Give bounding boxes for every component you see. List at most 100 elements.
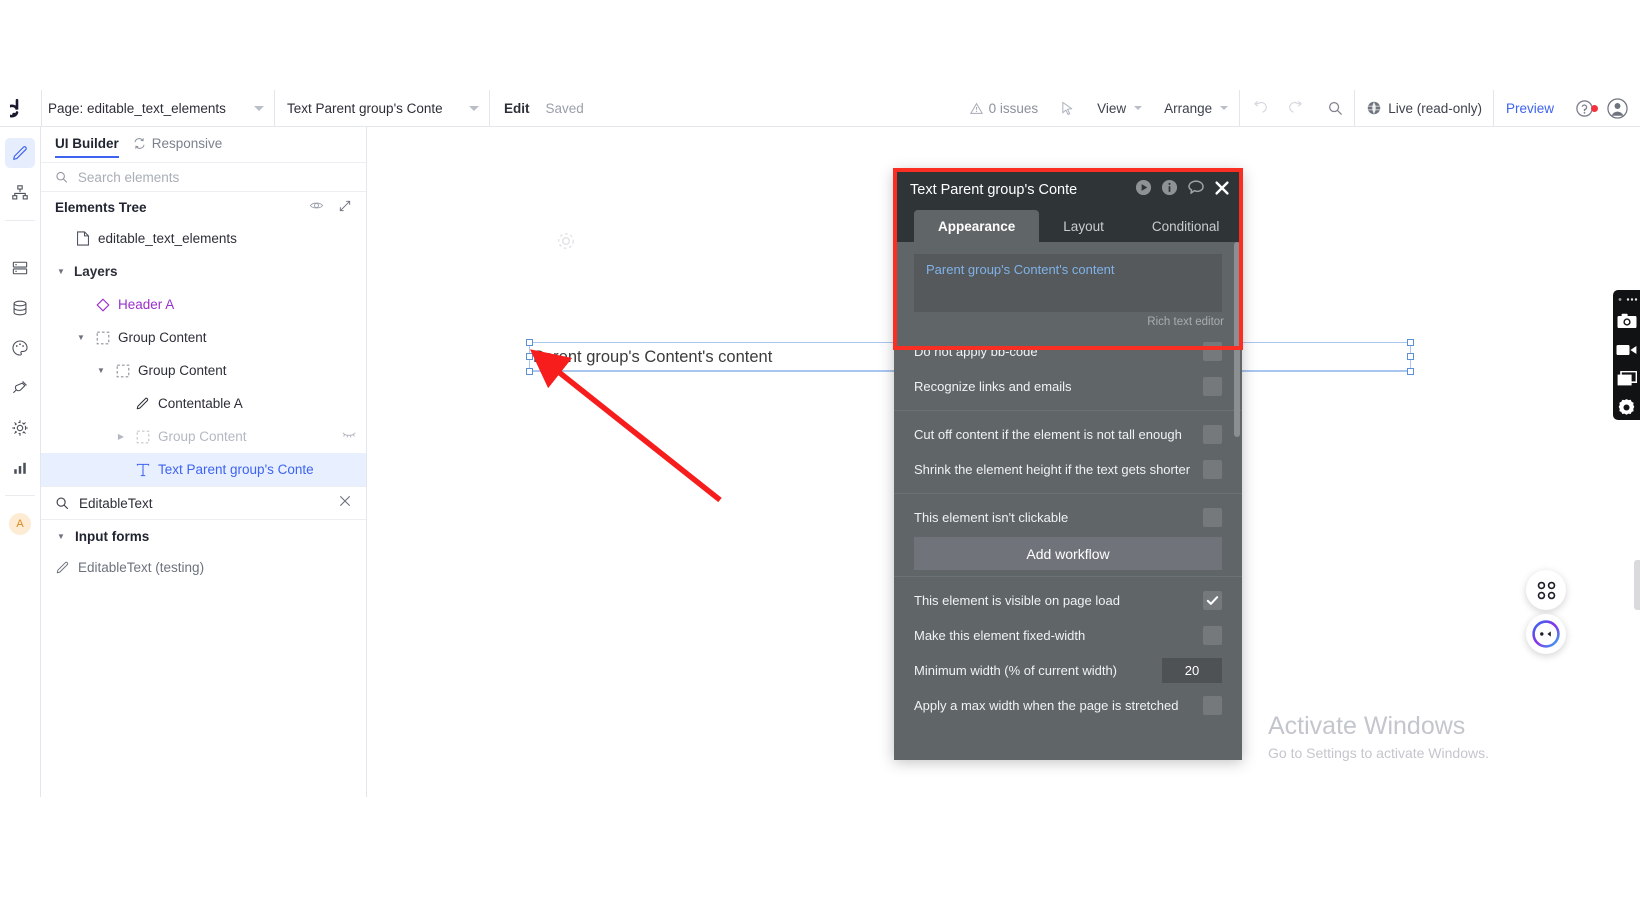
info-icon[interactable]: [1161, 179, 1178, 201]
shrink-the-element-height-if-the-text-gets-shorter-checkbox[interactable]: [1203, 460, 1222, 479]
screen-recorder-widget[interactable]: [1613, 290, 1640, 420]
view-menu-label: View: [1097, 101, 1126, 116]
resize-handle-tl[interactable]: [526, 339, 533, 346]
windows-activation-watermark: Activate Windows Go to Settings to activ…: [1268, 712, 1489, 761]
property-panel-scrollbar[interactable]: [1234, 242, 1240, 437]
redo-button[interactable]: [1278, 90, 1316, 127]
undo-button[interactable]: [1240, 90, 1278, 127]
pencil-icon: [11, 144, 29, 162]
do-not-apply-bb-code-checkbox[interactable]: [1203, 342, 1222, 361]
property-rows: Do not apply bb-codeRecognize links and …: [894, 334, 1242, 723]
tree-item-editable-text-elements[interactable]: editable_text_elements: [41, 222, 366, 255]
tree-item-label: Text Parent group's Conte: [158, 462, 314, 477]
recorder-screenshot-button[interactable]: [1615, 308, 1639, 334]
gear-icon: [11, 419, 29, 437]
this-element-isn-t-clickable-checkbox[interactable]: [1203, 508, 1222, 527]
tab-appearance[interactable]: Appearance: [914, 210, 1039, 242]
edit-mode-label[interactable]: Edit: [504, 101, 530, 116]
resize-handle-bl[interactable]: [526, 368, 533, 375]
element-selector[interactable]: Text Parent group's Conte: [275, 90, 489, 127]
tree-item-text-parent-group-s-conte[interactable]: Text Parent group's Conte: [41, 453, 366, 486]
tree-item-header-a[interactable]: Header A: [41, 288, 366, 321]
recorder-window-button[interactable]: [1615, 365, 1639, 391]
rail-item-plugins-tool[interactable]: [5, 373, 35, 403]
play-icon[interactable]: [1135, 179, 1152, 201]
recognize-links-and-emails-checkbox[interactable]: [1203, 377, 1222, 396]
resize-handle-r[interactable]: [1407, 353, 1414, 360]
property-row-do-not-apply-bb-code: Do not apply bb-code: [894, 334, 1242, 369]
tab-ui-builder[interactable]: UI Builder: [55, 136, 119, 158]
add-workflow-button[interactable]: Add workflow: [914, 537, 1222, 570]
preview-button[interactable]: Preview: [1494, 101, 1566, 116]
rich-text-editor-link[interactable]: Rich text editor: [894, 312, 1242, 334]
bubble-logo[interactable]: [0, 90, 41, 127]
issues-indicator[interactable]: 0 issues: [959, 90, 1050, 127]
search-button[interactable]: [1316, 90, 1354, 127]
tree-item-layers[interactable]: ▼Layers: [41, 255, 366, 288]
help-button[interactable]: [1566, 99, 1603, 118]
page-icon: [74, 231, 91, 246]
rail-item-database-tool[interactable]: [5, 293, 35, 323]
search-icon: [55, 170, 68, 184]
element-selector-label: Text Parent group's Conte: [287, 101, 443, 116]
page-selector[interactable]: Page: editable_text_elements: [42, 90, 274, 127]
account-avatar[interactable]: [1603, 98, 1640, 119]
pointer-tool-button[interactable]: [1049, 90, 1086, 127]
chevron-right-icon[interactable]: ▶: [115, 432, 127, 441]
version-label: Live (read-only): [1388, 101, 1482, 116]
tab-conditional[interactable]: Conditional: [1128, 210, 1244, 242]
eye-off-icon[interactable]: [342, 429, 356, 444]
element-filter-input[interactable]: [79, 496, 328, 511]
arrange-menu[interactable]: Arrange: [1153, 90, 1239, 127]
check-icon: [1206, 594, 1219, 607]
rail-item-workflow-tool[interactable]: [5, 178, 35, 208]
tab-layout[interactable]: Layout: [1039, 210, 1128, 242]
app-root: Page: editable_text_elements Text Parent…: [0, 0, 1640, 924]
search-elements-input[interactable]: [78, 170, 352, 185]
rail-item-logs-tool[interactable]: [5, 453, 35, 483]
eye-icon[interactable]: [309, 198, 324, 216]
assistant-button[interactable]: [1526, 614, 1566, 654]
resize-handle-br[interactable]: [1407, 368, 1414, 375]
apply-a-max-width-when-the-page-is-stretched-checkbox[interactable]: [1203, 696, 1222, 715]
rail-user-avatar[interactable]: A: [9, 513, 31, 535]
expand-icon[interactable]: [338, 199, 352, 216]
rail-item-data-tool[interactable]: [5, 253, 35, 283]
recorder-handle[interactable]: [1616, 295, 1638, 305]
make-this-element-fixed-width-checkbox[interactable]: [1203, 626, 1222, 645]
version-selector[interactable]: Live (read-only): [1355, 90, 1493, 127]
pencil-icon: [134, 396, 151, 411]
close-icon[interactable]: [1214, 180, 1230, 201]
tree-item-group-content[interactable]: ▼Group Content: [41, 321, 366, 354]
minimum-width-of-current-width-input[interactable]: 20: [1162, 658, 1222, 683]
palette-group-input-forms[interactable]: ▼ Input forms: [41, 520, 366, 552]
elements-tree-title: Elements Tree: [55, 200, 147, 215]
panel-collapse-handle[interactable]: [1634, 560, 1640, 610]
rail-item-styles-tool[interactable]: [5, 333, 35, 363]
chevron-down-icon[interactable]: ▼: [95, 366, 107, 375]
content-value-field[interactable]: Parent group's Content's content: [914, 254, 1222, 312]
rail-item-design-tool[interactable]: [5, 138, 35, 168]
tree-item-group-content[interactable]: ▼Group Content: [41, 354, 366, 387]
tree-item-group-content[interactable]: ▶Group Content: [41, 420, 366, 453]
gear-icon: [555, 230, 577, 252]
close-icon[interactable]: [338, 494, 352, 513]
resize-handle-tr[interactable]: [1407, 339, 1414, 346]
recorder-settings-button[interactable]: [1615, 394, 1639, 420]
resize-handle-l[interactable]: [526, 353, 533, 360]
tree-item-contentable-a[interactable]: Contentable A: [41, 387, 366, 420]
chevron-down-icon[interactable]: ▼: [55, 267, 67, 276]
recorder-video-button[interactable]: [1615, 337, 1639, 363]
cut-off-content-if-the-element-is-not-tall-enough-checkbox[interactable]: [1203, 425, 1222, 444]
comment-icon[interactable]: [1187, 179, 1205, 202]
view-menu[interactable]: View: [1086, 90, 1153, 127]
tab-responsive[interactable]: Responsive: [133, 136, 223, 158]
elements-tree-header: Elements Tree: [41, 192, 366, 222]
chevron-down-icon[interactable]: ▼: [75, 333, 87, 342]
search-icon: [1327, 100, 1343, 116]
this-element-is-visible-on-page-load-checkbox[interactable]: [1203, 591, 1222, 610]
property-row-this-element-is-visible-on-page-load: This element is visible on page load: [894, 583, 1242, 618]
grid-apps-button[interactable]: [1526, 570, 1566, 610]
palette-item-editabletext[interactable]: EditableText (testing): [41, 552, 366, 582]
rail-item-settings-tool[interactable]: [5, 413, 35, 443]
